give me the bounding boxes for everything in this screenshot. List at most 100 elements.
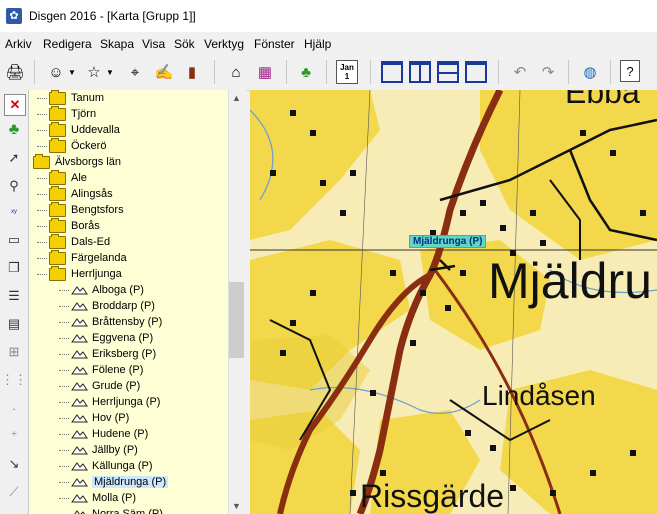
menu-skapa[interactable]: Skapa <box>100 37 134 51</box>
parish-icon <box>74 510 85 514</box>
place-popup[interactable]: Mjäldrunga (P) <box>409 235 487 248</box>
coordinate-icon[interactable]: ˣʸ <box>4 202 24 222</box>
globe-icon[interactable]: ◍ <box>578 60 602 84</box>
map-icon[interactable]: ♣ <box>294 60 318 84</box>
tree-folder-item[interactable]: Öckerö <box>37 137 106 154</box>
tree-parish-item[interactable]: Jällby (P) <box>59 442 138 458</box>
layout-1-icon[interactable] <box>380 60 404 84</box>
tree-parish-item[interactable]: Källunga (P) <box>59 458 153 474</box>
tree-folder-item[interactable]: Borås <box>37 217 100 234</box>
menu-redigera[interactable]: Redigera <box>43 37 92 51</box>
measure-icon[interactable]: ▭ <box>4 230 24 250</box>
tree-folder-item[interactable]: Herrljunga <box>37 265 122 282</box>
tree-folder-item[interactable]: Älvsborgs län <box>31 153 121 170</box>
tree-parish-item[interactable]: Alboga (P) <box>59 282 144 298</box>
tree-connector <box>59 385 69 387</box>
tree-parish-item[interactable]: Molla (P) <box>59 490 136 506</box>
tree-folder-item[interactable]: Tanum <box>37 90 104 106</box>
binoculars-icon[interactable]: ⌖ <box>123 60 147 84</box>
tree-parish-item[interactable]: Hov (P) <box>59 410 129 426</box>
layout-3-icon[interactable] <box>436 60 460 84</box>
add-point-icon[interactable]: ⁺ <box>4 426 24 446</box>
parish-icon <box>71 382 88 391</box>
help-icon[interactable]: ? <box>620 60 640 82</box>
tree-icon[interactable]: ⊞ <box>4 342 24 362</box>
menu-arkiv[interactable]: Arkiv <box>5 37 32 51</box>
home-icon[interactable]: ⌂ <box>224 60 248 84</box>
undo-icon[interactable]: ↶ <box>508 60 532 84</box>
folder-icon <box>49 169 66 185</box>
tree-item-label: Alingsås <box>71 188 113 200</box>
scroll-thumb[interactable] <box>229 282 244 358</box>
family-icon[interactable]: ☆ <box>82 60 106 84</box>
print-icon[interactable]: 🖨 <box>3 60 27 84</box>
tree-parish-item[interactable]: Eriksberg (P) <box>59 346 156 362</box>
folder-icon <box>49 233 66 249</box>
tree-item-label: Uddevalla <box>71 124 120 136</box>
menu-sok[interactable]: Sök <box>174 37 195 51</box>
layout-2-icon[interactable] <box>408 60 432 84</box>
parish-icon <box>71 366 88 375</box>
line-tool-icon[interactable]: ↘ <box>4 454 24 474</box>
tree-folder-item[interactable]: Ale <box>37 169 87 186</box>
menu-visa[interactable]: Visa <box>142 37 165 51</box>
pointer-icon[interactable]: ➚ <box>4 148 24 168</box>
tree-folder-item[interactable]: Tjörn <box>37 105 96 122</box>
tree-parish-item[interactable]: Norra Säm (P) <box>59 506 163 514</box>
map-label-mjaldru: Mjäldru <box>488 253 652 309</box>
close-icon[interactable]: ✕ <box>4 94 26 116</box>
tree-parish-item[interactable]: Eggvena (P) <box>59 330 153 346</box>
folder-icon <box>49 265 66 281</box>
parish-icon <box>71 446 88 455</box>
polyline-icon[interactable]: ⟋ <box>4 482 24 502</box>
person-icon[interactable]: ☺ <box>44 60 68 84</box>
tree-parish-item[interactable]: Herrljunga (P) <box>59 394 160 410</box>
table-icon[interactable]: ▤ <box>4 314 24 334</box>
tree-connector <box>37 177 47 179</box>
menu-hjalp[interactable]: Hjälp <box>304 37 331 51</box>
notes-icon[interactable]: ✍ <box>152 60 176 84</box>
columns-icon[interactable]: ⋮⋮ <box>1 370 27 390</box>
chevron-down-icon[interactable]: ▼ <box>67 60 77 84</box>
tree-folder-item[interactable]: Färgelanda <box>37 249 127 266</box>
tree-folder-item[interactable]: Bengtsfors <box>37 201 124 218</box>
tree-parish-item[interactable]: Broddarp (P) <box>59 298 155 314</box>
tree-item-label: Herrljunga <box>71 268 122 280</box>
tree-folder-item[interactable]: Uddevalla <box>37 121 120 138</box>
tree-connector <box>37 113 47 115</box>
map-label-lindasen: Lindåsen <box>482 380 596 411</box>
tree-item-label: Hov (P) <box>92 412 130 424</box>
redo-icon[interactable]: ↷ <box>536 60 560 84</box>
tree-parish-item[interactable]: Grude (P) <box>59 378 140 394</box>
list-icon[interactable]: ☰ <box>4 286 24 306</box>
tree-item-label: Borås <box>71 220 100 232</box>
menu-fonster[interactable]: Fönster <box>254 37 295 51</box>
tree-item-label: Färgelanda <box>71 252 127 264</box>
parish-icon <box>71 350 88 359</box>
tree-connector <box>37 257 47 259</box>
zoom-icon[interactable]: ⚲ <box>4 176 24 196</box>
layout-4-icon[interactable] <box>464 60 488 84</box>
tree-parish-item[interactable]: Hudene (P) <box>59 426 148 442</box>
book-icon[interactable]: ▮ <box>180 60 204 84</box>
menu-verktyg[interactable]: Verktyg <box>204 37 244 51</box>
windows-icon[interactable]: ❐ <box>4 258 24 278</box>
map-icon[interactable]: ♣ <box>4 120 24 140</box>
tree-folder-item[interactable]: Dals-Ed <box>37 233 110 250</box>
app-icon: ✿ <box>6 8 22 24</box>
colored-books-icon[interactable]: ▦ <box>253 60 277 84</box>
tree-folder-item[interactable]: Alingsås <box>37 185 113 202</box>
calendar-icon[interactable]: Jan 1 <box>336 60 358 84</box>
tree-parish-item[interactable]: Mjäldrunga (P) <box>59 474 169 490</box>
chevron-down-icon[interactable]: ▼ <box>105 60 115 84</box>
map-view[interactable]: Ebba Mjäldru Lindåsen Rissgärde <box>250 90 657 514</box>
tree-parish-item[interactable]: Bråttensby (P) <box>59 314 162 330</box>
scroll-down-arrow[interactable]: ▼ <box>228 498 245 514</box>
parish-icon <box>71 302 88 311</box>
scroll-up-arrow[interactable]: ▲ <box>228 90 245 106</box>
left-toolbar: ✕ ♣ ➚ ⚲ ˣʸ ▭ ❐ ☰ ▤ ⊞ ⋮⋮ · ⁺ ↘ ⟋ <box>0 90 28 514</box>
tree-parish-item[interactable]: Fölene (P) <box>59 362 143 378</box>
tree-item-label: Jällby (P) <box>92 444 138 456</box>
tree-item-label: Bråttensby (P) <box>92 316 163 328</box>
point-icon[interactable]: · <box>4 398 24 418</box>
